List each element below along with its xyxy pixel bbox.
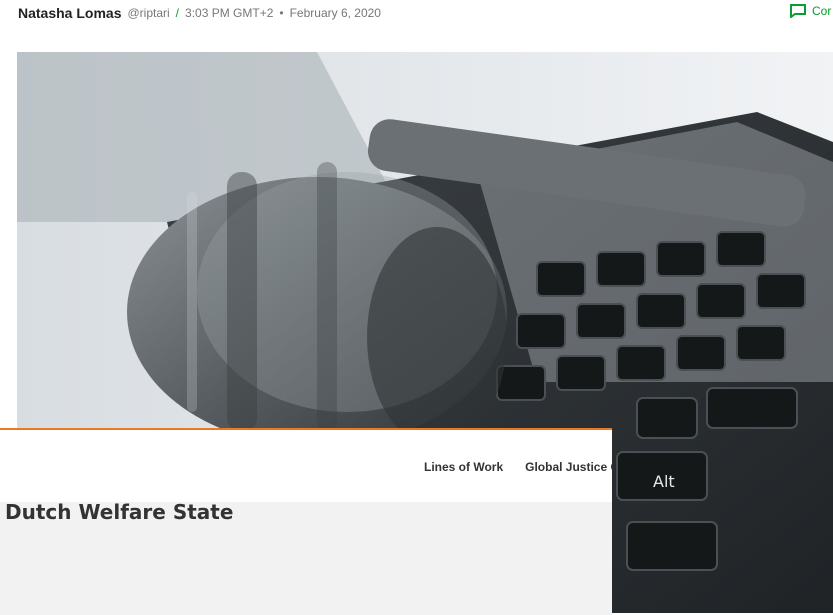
comment-icon: [790, 4, 806, 18]
nav-menu: Lines of Work Global Justice Cli: [424, 460, 612, 474]
article-byline: Natasha Lomas @riptari / 3:03 PM GMT+2 •…: [18, 0, 818, 26]
alt-key-label: Alt: [653, 472, 675, 491]
byline-bullet: •: [279, 6, 284, 20]
byline-separator: /: [175, 6, 180, 20]
publish-date: February 6, 2020: [289, 6, 381, 20]
author-name[interactable]: Natasha Lomas: [18, 5, 121, 21]
site-window: Lines of Work Global Justice Cli Dutch W…: [0, 428, 612, 615]
site-navbar: Lines of Work Global Justice Cli: [0, 430, 612, 502]
nav-item-lines-of-work[interactable]: Lines of Work: [424, 460, 503, 474]
nav-item-global-justice[interactable]: Global Justice Cli: [525, 460, 612, 474]
comments-link[interactable]: Cor: [790, 4, 831, 18]
page-title: Dutch Welfare State: [5, 500, 234, 524]
author-handle[interactable]: @riptari: [127, 6, 169, 20]
comments-label: Cor: [812, 4, 832, 18]
publish-time: 3:03 PM GMT+2: [185, 6, 274, 20]
